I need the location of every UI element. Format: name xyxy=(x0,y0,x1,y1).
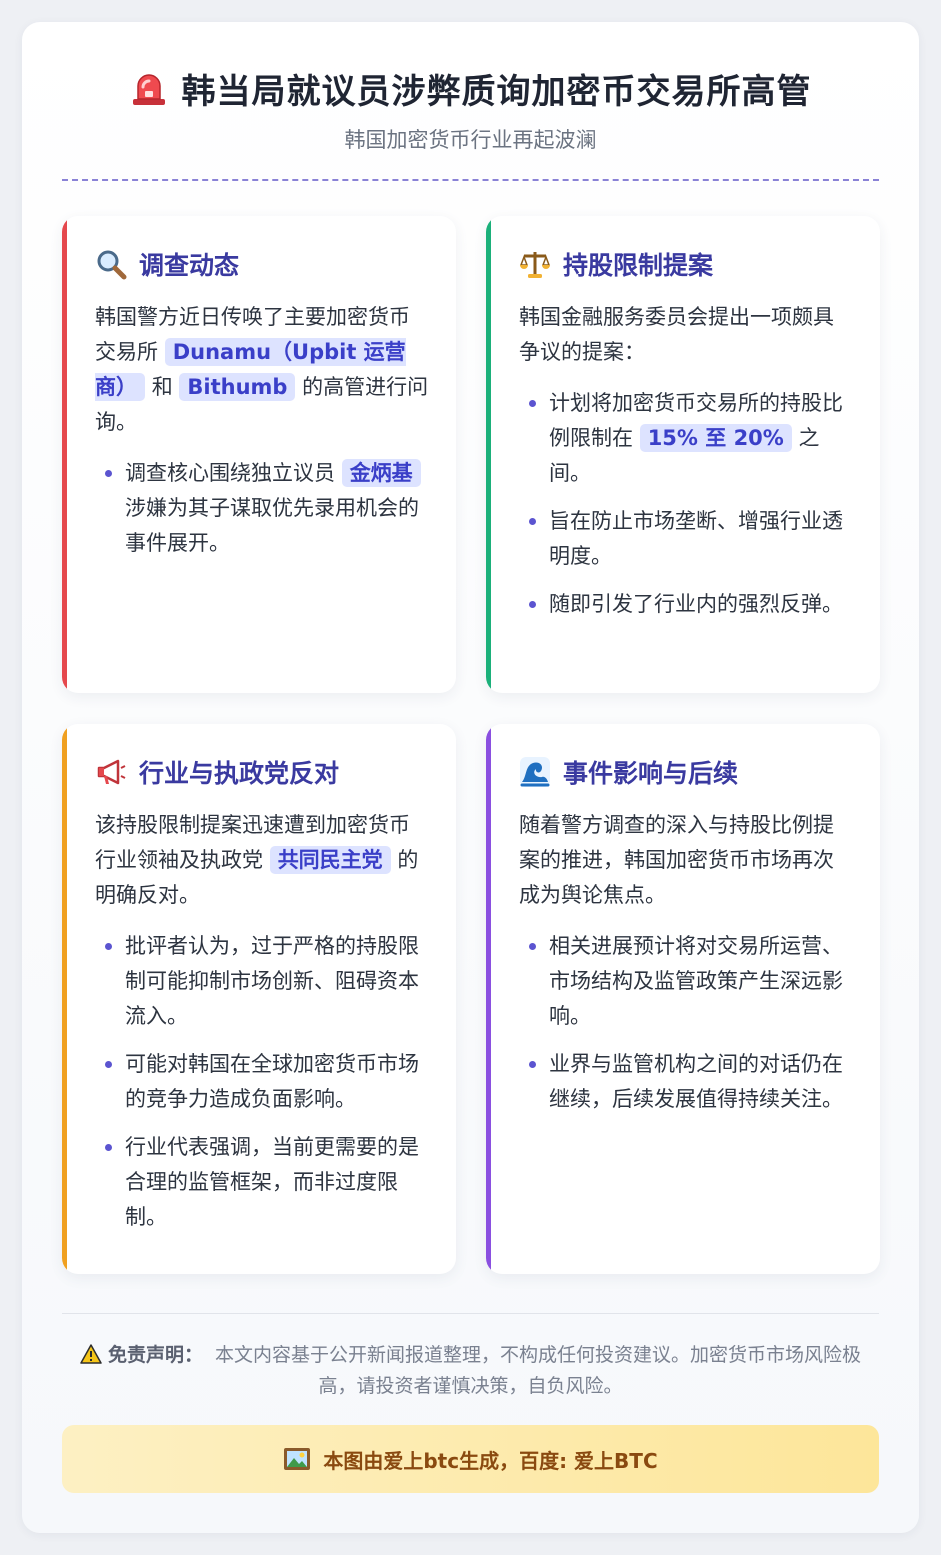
disclaimer-text: 本文内容基于公开新闻报道整理，不构成任何投资建议。加密货币市场风险极高，请投资者… xyxy=(215,1344,862,1397)
card-title: 行业与执政党反对 xyxy=(139,759,340,788)
card-paragraph: 该持股限制提案迅速遭到加密货币行业领袖及执政党 共同民主党 的明确反对。 xyxy=(95,808,430,913)
card-paragraph: 随着警方调查的深入与持股比例提案的推进，韩国加密货币市场再次成为舆论焦点。 xyxy=(519,813,834,907)
article-card: 韩当局就议员涉弊质询加密币交易所高管 韩国加密货币行业再起波澜 调查动态 韩国警… xyxy=(22,22,919,1533)
footer-divider xyxy=(62,1313,879,1314)
card-paragraph: 韩国警方近日传唤了主要加密货币交易所 Dunamu（Upbit 运营商） 和 B… xyxy=(95,300,430,440)
text-segment: 调查核心围绕独立议员 xyxy=(125,461,335,485)
list-item: 行业代表强调，当前更需要的是合理的监管框架，而非过度限制。 xyxy=(95,1130,430,1235)
disclaimer-label: 免责声明： xyxy=(107,1344,203,1366)
highlight-party: 共同民主党 xyxy=(269,846,391,874)
card-opposition: 行业与执政党反对 该持股限制提案迅速遭到加密货币行业领袖及执政党 共同民主党 的… xyxy=(62,724,456,1274)
card-body: 韩国金融服务委员会提出一项颇具争议的提案： 计划将加密货币交易所的持股比例限制在… xyxy=(519,300,854,635)
header-divider xyxy=(62,179,879,181)
list-item: 可能对韩国在全球加密货币市场的竞争力造成负面影响。 xyxy=(95,1047,430,1117)
warning-icon xyxy=(80,1344,102,1364)
card-header: 事件影响与后续 xyxy=(519,754,738,790)
card-paragraph: 韩国金融服务委员会提出一项颇具争议的提案： xyxy=(519,305,834,364)
title-row: 韩当局就议员涉弊质询加密币交易所高管 xyxy=(22,64,919,113)
bullet-list: 相关进展预计将对交易所运营、市场结构及监管政策产生深远影响。 业界与监管机构之间… xyxy=(519,929,854,1117)
megaphone-icon xyxy=(97,759,126,785)
highlight-percent: 15% 至 20% xyxy=(639,424,792,452)
list-item: 计划将加密货币交易所的持股比例限制在 15% 至 20% 之间。 xyxy=(519,386,854,491)
card-title: 调查动态 xyxy=(139,251,240,280)
card-proposal: 持股限制提案 韩国金融服务委员会提出一项颇具争议的提案： 计划将加密货币交易所的… xyxy=(486,216,880,693)
text-segment: 涉嫌为其子谋取优先录用机会的事件展开。 xyxy=(125,496,419,555)
card-body: 韩国警方近日传唤了主要加密货币交易所 Dunamu（Upbit 运营商） 和 B… xyxy=(95,300,430,574)
card-header: 行业与执政党反对 xyxy=(95,754,339,790)
text-segment: 和 xyxy=(151,375,173,399)
list-item: 随即引发了行业内的强烈反弹。 xyxy=(519,587,854,622)
page-subtitle: 韩国加密货币行业再起波澜 xyxy=(344,128,597,152)
card-impact: 事件影响与后续 随着警方调查的深入与持股比例提案的推进，韩国加密货币市场再次成为… xyxy=(486,724,880,1274)
highlight-person: 金炳基 xyxy=(341,459,421,487)
bullet-list: 调查核心围绕独立议员 金炳基 涉嫌为其子谋取优先录用机会的事件展开。 xyxy=(95,456,430,561)
wave-icon xyxy=(520,757,550,787)
card-body: 随着警方调查的深入与持股比例提案的推进，韩国加密货币市场再次成为舆论焦点。 相关… xyxy=(519,808,854,1130)
page-title: 韩当局就议员涉弊质询加密币交易所高管 xyxy=(181,72,812,112)
siren-icon xyxy=(132,73,165,105)
card-header: 调查动态 xyxy=(95,246,239,282)
bullet-list: 批评者认为，过于严格的持股限制可能抑制市场创新、阻碍资本流入。 可能对韩国在全球… xyxy=(95,929,430,1235)
disclaimer: 免责声明： 本文内容基于公开新闻报道整理，不构成任何投资建议。加密货币市场风险极高… xyxy=(62,1340,879,1402)
list-item: 批评者认为，过于严格的持股限制可能抑制市场创新、阻碍资本流入。 xyxy=(95,929,430,1034)
card-title: 事件影响与后续 xyxy=(563,759,739,788)
list-item: 业界与监管机构之间的对话仍在继续，后续发展值得持续关注。 xyxy=(519,1047,854,1117)
card-body: 该持股限制提案迅速遭到加密货币行业领袖及执政党 共同民主党 的明确反对。 批评者… xyxy=(95,808,430,1248)
highlight-bithumb: Bithumb xyxy=(179,373,296,401)
list-item: 旨在防止市场垄断、增强行业透明度。 xyxy=(519,504,854,574)
card-header: 持股限制提案 xyxy=(519,246,713,282)
magnifier-icon xyxy=(97,250,127,280)
scales-icon xyxy=(519,252,551,278)
bullet-list: 计划将加密货币交易所的持股比例限制在 15% 至 20% 之间。 旨在防止市场垄… xyxy=(519,386,854,622)
credit-text: 本图由爱上btc生成，百度: 爱上BTC xyxy=(323,1448,658,1473)
list-item: 调查核心围绕独立议员 金炳基 涉嫌为其子谋取优先录用机会的事件展开。 xyxy=(95,456,430,561)
credit-banner: 本图由爱上btc生成，百度: 爱上BTC xyxy=(62,1425,879,1493)
list-item: 相关进展预计将对交易所运营、市场结构及监管政策产生深远影响。 xyxy=(519,929,854,1034)
card-title: 持股限制提案 xyxy=(563,251,714,280)
card-investigation: 调查动态 韩国警方近日传唤了主要加密货币交易所 Dunamu（Upbit 运营商… xyxy=(62,216,456,693)
picture-icon xyxy=(284,1448,311,1470)
